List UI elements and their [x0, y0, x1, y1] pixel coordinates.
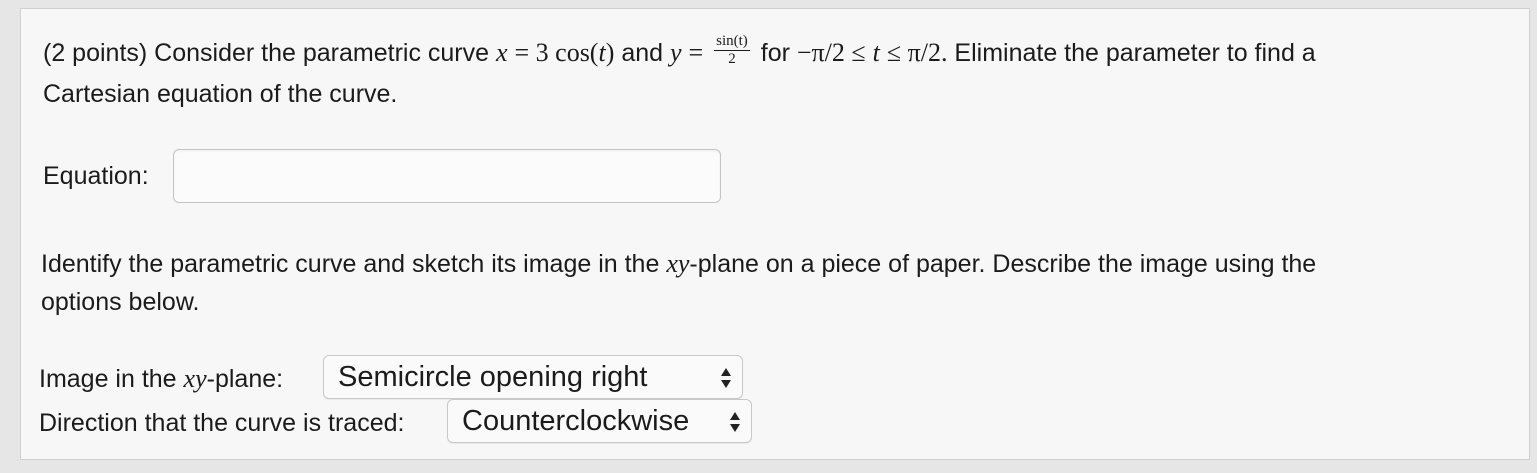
and-word: and [621, 39, 664, 68]
x-equation: = 3 cos( [514, 38, 599, 68]
y-variable: y [670, 38, 682, 68]
range-right: ≤ π/2. [886, 38, 948, 68]
identify-text-b: -plane on a piece of paper. Describe the… [689, 250, 1317, 278]
select-arrows-icon [720, 366, 732, 390]
x-variable: x [495, 38, 508, 68]
equation-label: Equation: [43, 162, 149, 190]
t-variable: t [598, 38, 606, 68]
equation-input[interactable] [173, 149, 721, 203]
fraction-numerator: sin(t) [714, 33, 750, 51]
question-suffix: Eliminate the parameter to find a [954, 39, 1316, 68]
question-panel: (2 points) Consider the parametric curve… [20, 8, 1530, 460]
identify-line-2: options below. [41, 288, 200, 316]
image-label-xy: xy [183, 364, 207, 393]
range-t-variable: t [872, 38, 880, 68]
question-line-1: (2 points) Consider the parametric curve… [43, 33, 1316, 72]
identify-text-a: Identify the parametric curve and sketch… [41, 250, 660, 278]
fraction-denominator: 2 [728, 51, 736, 67]
image-select-value: Semicircle opening right [338, 361, 648, 393]
question-prefix: (2 points) Consider the parametric curve [43, 39, 490, 68]
image-label-a: Image in the [39, 365, 177, 393]
image-label-b: -plane: [206, 365, 284, 393]
question-line-2: Cartesian equation of the curve. [43, 80, 398, 108]
y-equals: = [688, 38, 704, 68]
range-left: −π/2 ≤ [796, 38, 866, 68]
direction-select[interactable]: Counterclockwise [447, 399, 752, 443]
identify-xy: xy [666, 249, 690, 278]
direction-select-value: Counterclockwise [462, 405, 690, 437]
direction-select-label: Direction that the curve is traced: [39, 409, 405, 437]
identify-line-1: Identify the parametric curve and sketch… [41, 249, 1316, 279]
image-select[interactable]: Semicircle opening right [323, 355, 743, 399]
y-fraction: sin(t) 2 [714, 33, 750, 68]
for-word: for [760, 39, 790, 68]
image-select-label: Image in the xy-plane: [39, 364, 283, 394]
select-arrows-icon [729, 410, 741, 434]
x-equation-close: ) [605, 38, 615, 68]
